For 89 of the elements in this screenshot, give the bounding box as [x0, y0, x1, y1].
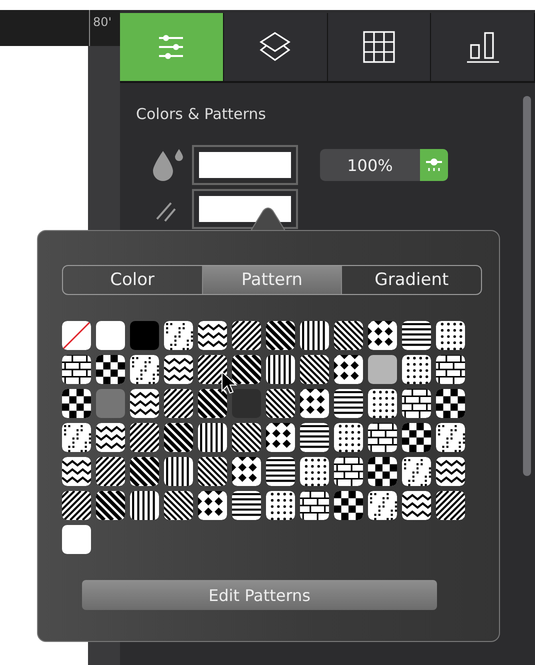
pattern-swatch[interactable] [96, 355, 125, 384]
pattern-swatch[interactable] [402, 423, 431, 452]
color-swatch[interactable] [232, 389, 261, 418]
color-swatch[interactable] [368, 355, 397, 384]
color-swatch[interactable] [96, 321, 125, 350]
sliders-icon [157, 34, 186, 60]
pattern-swatch[interactable] [198, 389, 227, 418]
pattern-swatch[interactable] [232, 491, 261, 520]
pattern-swatch[interactable] [62, 491, 91, 520]
pattern-swatch[interactable] [164, 389, 193, 418]
edit-patterns-button[interactable]: Edit Patterns [82, 580, 437, 610]
pattern-swatch[interactable] [402, 355, 431, 384]
pattern-swatch[interactable] [266, 321, 295, 350]
segment-tab[interactable]: Pattern [202, 266, 342, 294]
pattern-swatch[interactable] [198, 423, 227, 452]
pattern-swatch[interactable] [300, 321, 329, 350]
pattern-swatch[interactable] [232, 355, 261, 384]
pattern-swatch[interactable] [164, 423, 193, 452]
slider-icon [425, 157, 443, 173]
pattern-swatch[interactable] [368, 423, 397, 452]
pattern-swatch[interactable] [164, 355, 193, 384]
pattern-swatch[interactable] [266, 423, 295, 452]
pattern-swatch[interactable] [368, 389, 397, 418]
fill-icon [150, 149, 186, 181]
pattern-swatch[interactable] [368, 321, 397, 350]
pattern-swatch[interactable] [334, 389, 363, 418]
pattern-swatch[interactable] [402, 457, 431, 486]
pattern-swatch[interactable] [436, 321, 465, 350]
pattern-swatch[interactable] [232, 321, 261, 350]
pattern-swatch[interactable] [300, 423, 329, 452]
layers-icon [259, 31, 292, 63]
fill-color-well[interactable] [192, 145, 298, 185]
pattern-swatch[interactable] [96, 457, 125, 486]
scroll-bar[interactable] [523, 96, 531, 476]
pattern-swatch[interactable] [164, 457, 193, 486]
bar-chart-icon [466, 31, 500, 63]
inspector-tab[interactable] [328, 13, 432, 81]
section-title: Colors & Patterns [136, 105, 267, 123]
opacity-field[interactable]: 100% [320, 149, 448, 181]
segment-tab[interactable]: Gradient [342, 266, 481, 294]
pattern-swatch[interactable] [402, 321, 431, 350]
pattern-swatch[interactable] [130, 423, 159, 452]
stroke-color-well[interactable] [192, 189, 298, 229]
pattern-swatch[interactable] [198, 321, 227, 350]
pattern-swatch[interactable] [130, 457, 159, 486]
pattern-swatch[interactable] [300, 491, 329, 520]
pattern-swatch[interactable] [334, 355, 363, 384]
pattern-swatch[interactable] [402, 491, 431, 520]
pattern-swatch[interactable] [402, 389, 431, 418]
color-swatch[interactable] [130, 321, 159, 350]
pattern-swatch[interactable] [232, 457, 261, 486]
table-icon [362, 31, 395, 63]
pattern-swatch[interactable] [368, 457, 397, 486]
pattern-swatch[interactable] [334, 491, 363, 520]
pattern-swatch[interactable] [334, 321, 363, 350]
pattern-swatch[interactable] [266, 491, 295, 520]
pattern-swatch[interactable] [96, 491, 125, 520]
color-swatch[interactable] [96, 389, 125, 418]
pattern-swatch[interactable] [436, 457, 465, 486]
pattern-swatch[interactable] [334, 423, 363, 452]
pattern-swatch[interactable] [130, 491, 159, 520]
pattern-swatch[interactable] [368, 491, 397, 520]
pattern-swatch[interactable] [300, 389, 329, 418]
pattern-swatch[interactable] [300, 355, 329, 384]
pattern-swatch[interactable] [130, 355, 159, 384]
pattern-swatch[interactable] [164, 321, 193, 350]
pattern-swatch[interactable] [436, 355, 465, 384]
pattern-swatch[interactable] [62, 423, 91, 452]
color-swatch[interactable] [62, 525, 91, 554]
pattern-swatch[interactable] [130, 389, 159, 418]
pattern-swatch[interactable] [266, 355, 295, 384]
pattern-swatch[interactable] [334, 457, 363, 486]
pattern-swatch[interactable] [96, 423, 125, 452]
pattern-swatch[interactable] [436, 423, 465, 452]
pattern-swatch[interactable] [266, 389, 295, 418]
pattern-swatch[interactable] [62, 457, 91, 486]
pattern-swatch[interactable] [266, 457, 295, 486]
pattern-swatch[interactable] [198, 355, 227, 384]
pointer-icon [221, 371, 237, 395]
pattern-swatch[interactable] [436, 491, 465, 520]
pattern-swatch[interactable] [198, 457, 227, 486]
pattern-swatch[interactable] [300, 457, 329, 486]
pattern-swatch[interactable] [198, 491, 227, 520]
pattern-swatch[interactable] [62, 389, 91, 418]
pattern-swatch[interactable] [436, 389, 465, 418]
pattern-swatch[interactable] [164, 491, 193, 520]
no-fill-swatch[interactable] [62, 321, 91, 350]
pattern-swatch[interactable] [62, 355, 91, 384]
pattern-swatch[interactable] [232, 423, 261, 452]
